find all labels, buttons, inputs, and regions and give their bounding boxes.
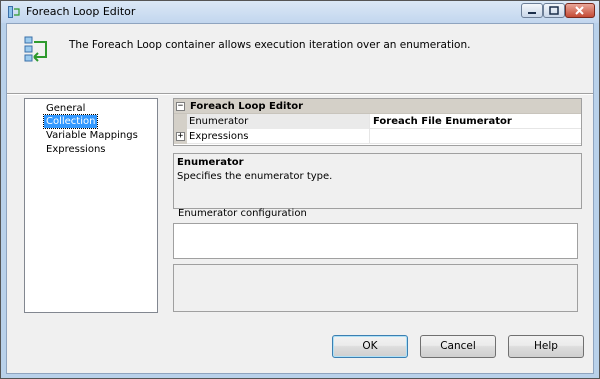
nav-item-expressions[interactable]: Expressions: [44, 143, 108, 156]
collapse-icon[interactable]: −: [176, 102, 185, 111]
enumerator-configuration-label: Enumerator configuration: [178, 208, 307, 219]
close-icon: [575, 6, 584, 15]
grid-category-row[interactable]: − Foreach Loop Editor: [174, 99, 581, 114]
close-button[interactable]: [565, 3, 595, 18]
header-divider-highlight: [7, 94, 593, 95]
header-panel: The Foreach Loop container allows execut…: [7, 24, 593, 74]
enumerator-configuration-group: Enumerator configuration: [173, 208, 582, 312]
dialog-window: Foreach Loop Editor The Foreach Loop con…: [0, 0, 600, 379]
nav-item-collection[interactable]: Collection: [42, 114, 99, 129]
grid-value-enumerator[interactable]: Foreach File Enumerator: [373, 116, 512, 127]
cancel-button[interactable]: Cancel: [420, 335, 496, 358]
window-title: Foreach Loop Editor: [26, 5, 136, 18]
grid-row-enumerator[interactable]: Enumerator Foreach File Enumerator: [174, 114, 581, 129]
description-title: Enumerator: [177, 157, 244, 168]
header-description: The Foreach Loop container allows execut…: [69, 39, 471, 51]
grid-key-enumerator: Enumerator: [189, 116, 249, 127]
minimize-button[interactable]: [521, 3, 543, 18]
grid-column-divider[interactable]: [369, 129, 370, 144]
maximize-icon: [549, 6, 559, 15]
maximize-button[interactable]: [543, 3, 565, 18]
enumerator-configuration-grid[interactable]: [173, 223, 578, 259]
help-button[interactable]: Help: [508, 335, 584, 358]
enumerator-configuration-description: [173, 264, 578, 312]
grid-column-divider[interactable]: [369, 114, 370, 129]
expand-icon[interactable]: +: [176, 132, 185, 141]
nav-item-general[interactable]: General: [44, 102, 87, 115]
grid-row-expressions[interactable]: + Expressions: [174, 129, 581, 144]
foreach-loop-icon: [8, 6, 20, 18]
ok-button[interactable]: OK: [332, 335, 408, 358]
grid-gutter: [174, 114, 187, 129]
foreach-loop-container-icon: [24, 36, 47, 62]
grid-category-label: Foreach Loop Editor: [190, 101, 304, 112]
grid-key-expressions: Expressions: [189, 131, 249, 142]
title-bar[interactable]: Foreach Loop Editor: [1, 1, 599, 23]
property-grid[interactable]: − Foreach Loop Editor Enumerator Foreach…: [173, 98, 582, 146]
page-navigation-list[interactable]: General Collection Variable Mappings Exp…: [24, 98, 158, 313]
dialog-client-area: The Foreach Loop container allows execut…: [6, 23, 594, 374]
description-text: Specifies the enumerator type.: [177, 171, 333, 182]
minimize-icon: [528, 12, 536, 14]
property-description-panel: Enumerator Specifies the enumerator type…: [173, 153, 582, 209]
nav-item-variable-mappings[interactable]: Variable Mappings: [44, 129, 140, 142]
